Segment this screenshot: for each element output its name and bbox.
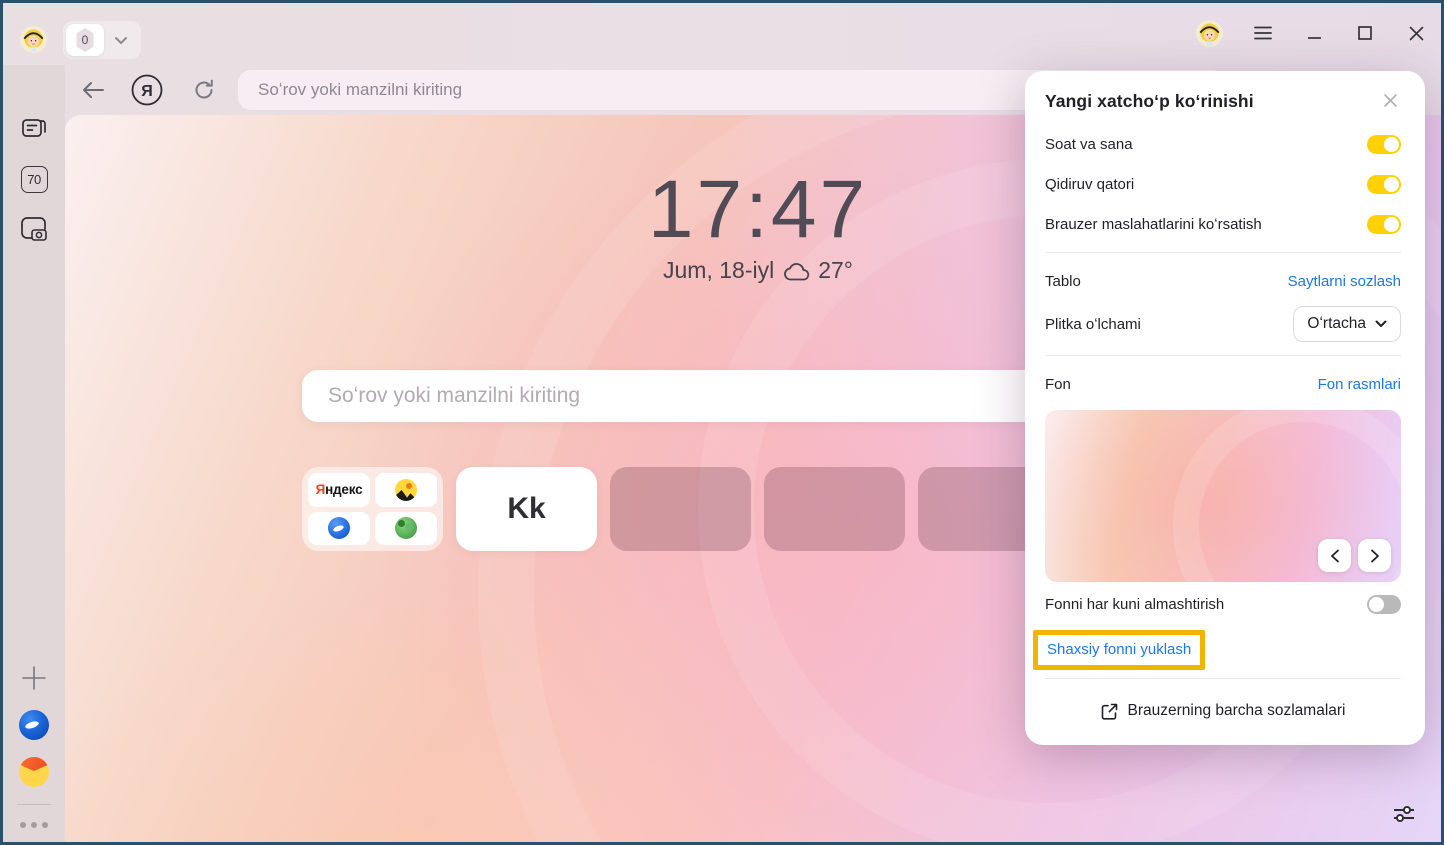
temperature-text: 27° — [818, 257, 853, 284]
active-tab[interactable]: 0 — [66, 24, 104, 56]
prev-background-button[interactable] — [1318, 539, 1351, 572]
chevron-down-icon[interactable] — [108, 36, 138, 45]
tab-counter-badge: 0 — [74, 28, 96, 52]
yandex-disk-icon[interactable] — [308, 512, 370, 546]
toggle-label-search: Qidiruv qatori — [1045, 176, 1134, 193]
sidebar: 70 — [3, 65, 65, 842]
menu-icon[interactable] — [1252, 22, 1274, 44]
svg-text:Я: Я — [141, 83, 153, 100]
cloud-icon — [782, 260, 810, 282]
tab-count: 0 — [82, 33, 89, 47]
yandex-logo-icon[interactable]: Я — [131, 74, 163, 106]
toggle-label-clock: Soat va sana — [1045, 136, 1133, 153]
screenshot-icon[interactable] — [19, 214, 49, 244]
minimize-button[interactable] — [1303, 22, 1325, 44]
appearance-settings-panel: Yangi xatchoʻp koʻrinishi Soat va sana Q… — [1025, 71, 1425, 745]
yandex-mail-icon[interactable] — [19, 757, 49, 787]
tab-group[interactable]: 0 — [63, 21, 141, 59]
panel-divider — [1045, 678, 1401, 679]
more-dots-icon[interactable] — [20, 822, 48, 828]
refresh-icon[interactable] — [188, 74, 220, 106]
site-initials: Kk — [507, 492, 545, 526]
chevron-down-icon — [1375, 320, 1387, 328]
all-settings-label: Brauzerning barcha sozlamalari — [1128, 702, 1346, 720]
notes-icon[interactable] — [19, 115, 49, 145]
date-text: Jum, 18-iyl — [663, 257, 774, 284]
panel-title: Yangi xatchoʻp koʻrinishi — [1045, 91, 1254, 112]
background-preview — [1045, 410, 1401, 582]
date-weather-widget[interactable]: Jum, 18-iyl 27° — [663, 257, 853, 284]
close-button[interactable] — [1405, 22, 1427, 44]
next-background-button[interactable] — [1358, 539, 1391, 572]
tile-site-kk[interactable]: Kk — [456, 467, 597, 551]
speed-badge[interactable]: 70 — [21, 166, 48, 193]
daily-background-label: Fonni har kuni almashtirish — [1045, 596, 1224, 613]
configure-sites-link[interactable]: Saytlarni sozlash — [1288, 273, 1401, 290]
background-gallery-link[interactable]: Fon rasmlari — [1318, 376, 1401, 393]
profile-avatar[interactable] — [20, 26, 47, 53]
all-settings-button[interactable]: Brauzerning barcha sozlamalari — [1045, 687, 1401, 735]
yandex-images-icon[interactable] — [375, 473, 437, 507]
tile-size-label: Plitka oʻlchami — [1045, 316, 1141, 333]
maximize-button[interactable] — [1354, 22, 1376, 44]
browser-window: 0 — [0, 0, 1444, 845]
panel-divider — [1045, 355, 1401, 356]
yandex-green-app-icon[interactable] — [375, 512, 437, 546]
toggle-label-suggestions: Brauzer maslahatlarini koʻrsatish — [1045, 216, 1262, 233]
tile-yandex-group[interactable]: Яндекс — [302, 467, 443, 551]
tile-size-value: Oʻrtacha — [1307, 315, 1366, 333]
sliders-settings-icon[interactable] — [1389, 799, 1419, 829]
upload-background-link[interactable]: Shaxsiy fonni yuklash — [1047, 641, 1191, 658]
sidebar-divider — [17, 804, 51, 805]
tile-placeholder[interactable] — [610, 467, 751, 551]
titlebar: 0 — [3, 3, 1441, 65]
tile-size-select[interactable]: Oʻrtacha — [1293, 306, 1401, 342]
tile-placeholder[interactable] — [764, 467, 905, 551]
toggle-search-row[interactable] — [1367, 175, 1401, 194]
add-panel-icon[interactable] — [19, 663, 49, 693]
close-icon[interactable] — [1379, 89, 1401, 111]
upload-highlight-box: Shaxsiy fonni yuklash — [1033, 630, 1205, 670]
tablo-label: Tablo — [1045, 273, 1081, 290]
panel-divider — [1045, 252, 1401, 253]
clock-widget: 17:47 — [648, 165, 868, 255]
toggle-browser-tips[interactable] — [1367, 215, 1401, 234]
speed-value: 70 — [27, 172, 40, 187]
external-link-icon — [1101, 703, 1118, 720]
toggle-clock-date[interactable] — [1367, 135, 1401, 154]
back-icon[interactable] — [77, 74, 109, 106]
profile-avatar-right[interactable] — [1196, 20, 1223, 47]
yandex-start-icon[interactable] — [19, 710, 49, 740]
yandex-text-logo[interactable]: Яндекс — [308, 473, 370, 507]
toggle-daily-background[interactable] — [1367, 595, 1401, 614]
background-label: Fon — [1045, 376, 1071, 393]
